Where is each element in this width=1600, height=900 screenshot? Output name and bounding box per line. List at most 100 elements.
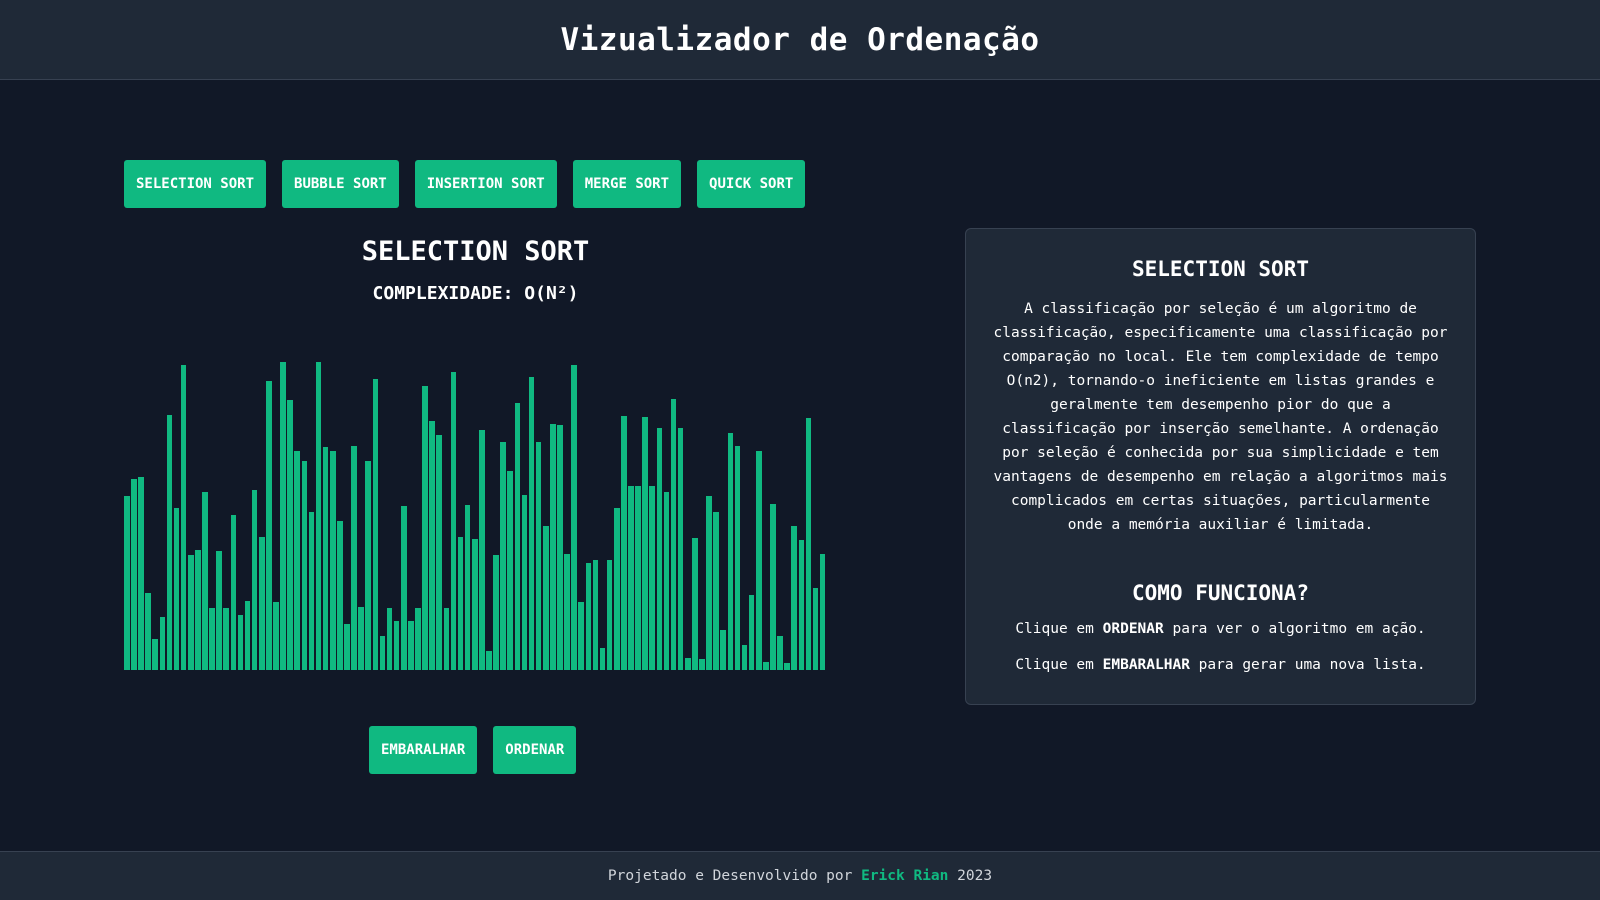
chart-bar	[315, 362, 322, 670]
chart-bar	[408, 621, 414, 670]
chart-bar	[755, 450, 762, 670]
chart-bar	[486, 651, 492, 670]
chart-bar	[606, 560, 613, 670]
chart-bar	[621, 415, 627, 670]
chart-bar	[599, 648, 606, 670]
merge-sort-button[interactable]: MERGE SORT	[572, 160, 682, 208]
chart-bar	[266, 380, 272, 670]
chart-bar	[301, 461, 308, 670]
chart-bar	[131, 478, 137, 670]
chart-bar	[585, 562, 592, 670]
chart-bar	[791, 526, 798, 670]
chart-bar	[173, 507, 180, 670]
chart-bar	[493, 555, 499, 670]
chart-bar	[550, 424, 556, 670]
chart-bar	[613, 507, 620, 670]
chart-bar	[741, 645, 748, 670]
chart-bar	[273, 601, 279, 670]
chart-bar	[308, 511, 315, 670]
chart-bar	[244, 600, 251, 670]
chart-bar	[748, 594, 755, 670]
chart-bar	[571, 365, 577, 670]
chart-bar	[365, 461, 372, 670]
chart-bar	[138, 476, 144, 670]
chart-bar	[763, 661, 769, 670]
chart-bar	[450, 372, 457, 670]
how-line-sort-suffix: para ver o algoritmo em ação.	[1163, 621, 1426, 637]
header: Vizualizador de Ordenação	[0, 0, 1600, 80]
chart-bar	[699, 658, 705, 670]
chart-bar	[159, 617, 166, 670]
chart-bar	[372, 378, 379, 670]
how-line-sort-prefix: Clique em	[1015, 621, 1103, 637]
chart-bar	[202, 492, 208, 670]
how-line-sort-keyword: ORDENAR	[1102, 621, 1164, 637]
algorithm-selector: SELECTION SORT BUBBLE SORT INSERTION SOR…	[124, 160, 806, 208]
chart-bar	[557, 425, 563, 670]
chart-bar	[152, 639, 158, 670]
how-line-sort: Clique em ORDENAR para ver o algoritmo e…	[966, 621, 1475, 637]
chart-bar	[819, 554, 826, 670]
how-line-shuffle: Clique em EMBARALHAR para gerar uma nova…	[966, 657, 1475, 673]
chart-bar	[209, 608, 215, 670]
chart-bar	[542, 526, 549, 670]
chart-bar	[145, 592, 151, 670]
chart-bar	[784, 662, 790, 670]
chart-bar	[344, 623, 350, 670]
quick-sort-button[interactable]: QUICK SORT	[697, 160, 806, 208]
chart-bar	[805, 417, 812, 670]
chart-bar	[479, 430, 485, 670]
chart-bar	[322, 446, 329, 670]
bubble-sort-button[interactable]: BUBBLE SORT	[282, 160, 399, 208]
chart-bar	[677, 428, 684, 670]
chart-bar	[706, 496, 712, 670]
chart-bar	[258, 536, 265, 670]
chart-bar	[528, 376, 535, 670]
chart-bar	[329, 450, 336, 670]
chart-bar	[280, 362, 286, 670]
complexity-label: COMPLEXIDADE: O(N²)	[372, 283, 579, 304]
chart-bar	[649, 486, 656, 670]
selection-sort-button[interactable]: SELECTION SORT	[124, 160, 267, 208]
chart-bar	[166, 414, 173, 670]
chart-bar	[521, 495, 528, 670]
chart-bar	[770, 503, 776, 670]
page-title: Vizualizador de Ordenação	[560, 21, 1040, 58]
chart-bar	[464, 504, 471, 670]
chart-bar	[635, 486, 641, 670]
chart-bar	[429, 420, 435, 670]
footer-year: 2023	[948, 868, 993, 884]
chart-bar	[720, 629, 727, 670]
how-line-shuffle-keyword: EMBARALHAR	[1102, 657, 1190, 673]
chart-bar	[500, 441, 506, 670]
chart-bar	[251, 490, 258, 670]
footer-prefix: Projetado e Desenvolvido por	[607, 868, 862, 884]
sorting-bar-chart	[124, 360, 827, 670]
chart-bar	[564, 554, 570, 670]
chart-bar	[684, 657, 691, 670]
chart-bar	[471, 538, 478, 670]
chart-bar	[124, 496, 130, 670]
chart-bar	[386, 608, 393, 670]
author-link[interactable]: Erick Rian	[861, 868, 948, 884]
how-line-shuffle-prefix: Clique em	[1015, 657, 1103, 673]
sort-button[interactable]: ORDENAR	[493, 726, 577, 774]
chart-bar	[692, 537, 698, 670]
shuffle-button[interactable]: EMBARALHAR	[369, 726, 478, 774]
chart-bar	[216, 551, 222, 670]
controls: EMBARALHAR ORDENAR	[369, 726, 577, 774]
chart-bar	[663, 492, 670, 670]
chart-bar	[642, 416, 648, 670]
chart-bar	[195, 550, 201, 670]
chart-bar	[294, 450, 301, 670]
chart-bar	[777, 635, 783, 670]
chart-bar	[798, 539, 805, 670]
insertion-sort-button[interactable]: INSERTION SORT	[414, 160, 557, 208]
chart-bar	[223, 608, 229, 670]
info-title: SELECTION SORT	[1131, 257, 1309, 281]
chart-bar	[237, 615, 244, 670]
chart-bar	[180, 365, 187, 670]
chart-bar	[337, 521, 343, 670]
visualizer-title: SELECTION SORT	[361, 236, 590, 267]
chart-bar	[713, 511, 719, 670]
